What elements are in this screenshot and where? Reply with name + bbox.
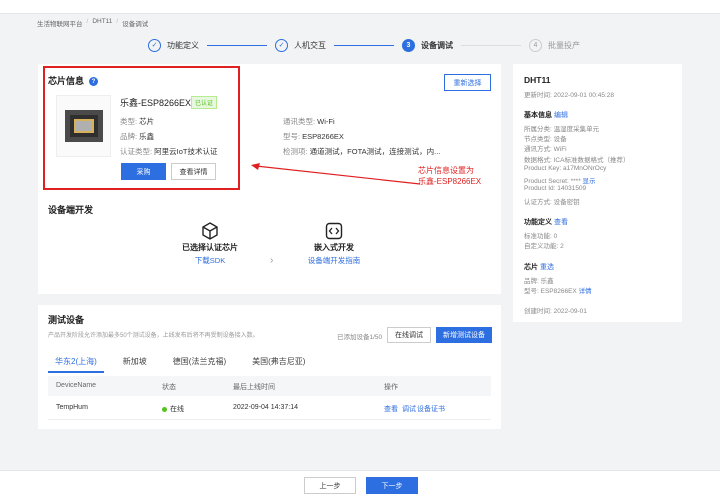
breadcrumb-item-product[interactable]: DHT11 <box>92 18 112 28</box>
add-test-device-button[interactable]: 新增测试设备 <box>436 327 492 343</box>
chip-info-title: 芯片信息? <box>48 74 99 87</box>
function-def-title: 功能定义 查看 <box>524 219 568 226</box>
chip-cert: 认证类型: 阿里云IoT技术认证 <box>120 147 218 156</box>
breadcrumb-item-platform[interactable]: 生活物联网平台 <box>37 18 83 28</box>
table-row: TempHum 在线 2022-09-04 14:37:14 查看 调试 设备证… <box>48 398 491 420</box>
side-info-line: 通讯方式: WiFi <box>524 146 567 153</box>
side-info-line: 认证方式: 设备密钥 <box>524 199 580 206</box>
product-name: DHT11 <box>524 75 551 85</box>
col-device-name: DeviceName <box>56 382 97 389</box>
check-icon: ✓ <box>148 38 161 52</box>
code-icon <box>325 222 343 240</box>
breadcrumb-separator: / <box>86 18 89 25</box>
chip-test-items: 检测项: 通道测试，FOTA测试，连接测试，内... <box>283 147 441 156</box>
device-count: 已添加设备1/50 <box>337 334 383 341</box>
col-status: 状态 <box>162 384 176 391</box>
view-function-link[interactable]: 查看 <box>554 219 568 226</box>
device-status: 在线 <box>162 404 184 414</box>
check-icon: ✓ <box>275 38 288 52</box>
device-name: TempHum <box>56 404 88 411</box>
edit-link[interactable]: 编辑 <box>554 112 568 119</box>
tab-virginia[interactable]: 美国(弗吉尼亚) <box>245 354 312 373</box>
reselect-button[interactable]: 重新选择 <box>444 74 491 91</box>
dev-guide-link[interactable]: 设备端开发指南 <box>298 255 370 266</box>
download-sdk-link[interactable]: 下载SDK <box>175 255 245 266</box>
footer-bar <box>0 470 720 500</box>
annotation: 芯片信息设置为 乐鑫-ESP8266EX <box>418 166 482 186</box>
reselect-chip-link[interactable]: 重选 <box>540 264 554 271</box>
show-secret-link[interactable]: 显示 <box>583 178 596 185</box>
tab-frankfurt[interactable]: 德国(法兰克福) <box>166 354 233 373</box>
step-number: 4 <box>529 38 542 52</box>
buy-button[interactable]: 采购 <box>121 163 166 180</box>
updated-time: 更新时间: 2022-09-01 00:45:28 <box>524 92 614 99</box>
view-detail-button[interactable]: 查看详情 <box>171 163 216 180</box>
action-view[interactable]: 查看 <box>384 404 398 414</box>
test-device-desc: 产品开发阶段允许添加最多50个测试设备，上线发布后将不再受制设备接入数。 <box>48 333 259 339</box>
step-connector <box>334 44 394 46</box>
side-info-line: 节点类型: 设备 <box>524 136 567 143</box>
step-mass-production[interactable]: 4 批量投产 <box>529 38 580 52</box>
help-icon[interactable]: ? <box>89 77 99 87</box>
chip-comm: 通讯类型: Wi-Fi <box>283 117 335 126</box>
step-interaction[interactable]: ✓ 人机交互 <box>275 38 326 52</box>
step-label: 功能定义 <box>167 40 199 50</box>
test-device-title: 测试设备 <box>48 315 85 325</box>
side-info-line: 品牌: 乐鑫 <box>524 278 554 285</box>
col-last-online: 最后上线时间 <box>233 384 275 391</box>
breadcrumb: 生活物联网平台 / DHT11 / 设备调试 <box>37 18 148 28</box>
step-connector <box>461 44 521 46</box>
region-tabs: 华东2(上海) 新加坡 德国(法兰克福) 美国(弗吉尼亚) <box>48 354 312 373</box>
chip-icon <box>64 110 103 142</box>
chip-type: 类型: 芯片 <box>120 117 155 126</box>
side-info-line: Product Key: a17MnONrOcy <box>524 165 607 172</box>
step-device-debug[interactable]: 3 设备调试 <box>402 38 453 52</box>
action-certificate[interactable]: 设备证书 <box>417 404 445 414</box>
chip-title: 芯片 重选 <box>524 264 554 271</box>
next-step-button[interactable]: 下一步 <box>366 477 418 494</box>
table-header: DeviceName 状态 最后上线时间 操作 <box>48 376 491 396</box>
step-number: 3 <box>402 38 415 52</box>
chevron-right-icon: › <box>270 255 274 266</box>
side-info-line: 标准功能: 0 <box>524 233 558 240</box>
step-function-definition[interactable]: ✓ 功能定义 <box>148 38 199 52</box>
last-online-time: 2022-09-04 14:37:14 <box>233 404 298 411</box>
side-info-line: 自定义功能: 2 <box>524 243 564 250</box>
side-info-line: 数据格式: ICA标准数据格式（推荐） <box>524 157 630 164</box>
step-label: 批量投产 <box>548 40 580 50</box>
prev-step-button[interactable]: 上一步 <box>304 477 356 494</box>
basic-info-title: 基本信息 编辑 <box>524 112 568 119</box>
chip-name: 乐鑫-ESP8266EX <box>120 98 192 108</box>
chip-model: 型号: ESP8266EX <box>283 132 344 141</box>
chip-image <box>56 95 111 157</box>
top-bar <box>0 0 720 14</box>
chip-brand: 品牌: 乐鑫 <box>120 132 155 141</box>
step-label: 设备调试 <box>421 40 453 50</box>
tab-singapore[interactable]: 新加坡 <box>116 354 154 373</box>
status-dot-icon <box>162 406 167 412</box>
side-info-line: 所属分类: 温湿度采集单元 <box>524 126 600 133</box>
side-info-line: 型号: ESP8266EX 详情 <box>524 288 592 295</box>
arrow-icon <box>251 163 421 185</box>
certified-badge: 已认证 <box>191 96 218 109</box>
tab-shanghai[interactable]: 华东2(上海) <box>48 354 104 373</box>
side-info-line: Product Secret: **** 显示 <box>524 178 596 185</box>
step-connector <box>207 44 267 46</box>
dev-option-embedded: 嵌入式开发 设备端开发指南 <box>298 222 370 266</box>
breadcrumb-separator: / <box>116 18 119 25</box>
created-time: 创建时间: 2022-09-01 <box>524 308 587 315</box>
dev-option-certified-chip: 已选择认证芯片 下载SDK <box>175 222 245 266</box>
cube-icon <box>202 222 218 240</box>
device-dev-title: 设备端开发 <box>48 205 94 215</box>
step-label: 人机交互 <box>294 40 326 50</box>
breadcrumb-item-current: 设备调试 <box>122 21 149 28</box>
online-debug-button[interactable]: 在线调试 <box>387 327 431 343</box>
side-info-line: Product Id: 14031509 <box>524 185 587 192</box>
step-progress: ✓ 功能定义 ✓ 人机交互 3 设备调试 4 批量投产 <box>148 37 580 53</box>
col-actions: 操作 <box>384 384 398 391</box>
action-debug[interactable]: 调试 <box>402 404 416 414</box>
chip-detail-link[interactable]: 详情 <box>579 288 592 295</box>
